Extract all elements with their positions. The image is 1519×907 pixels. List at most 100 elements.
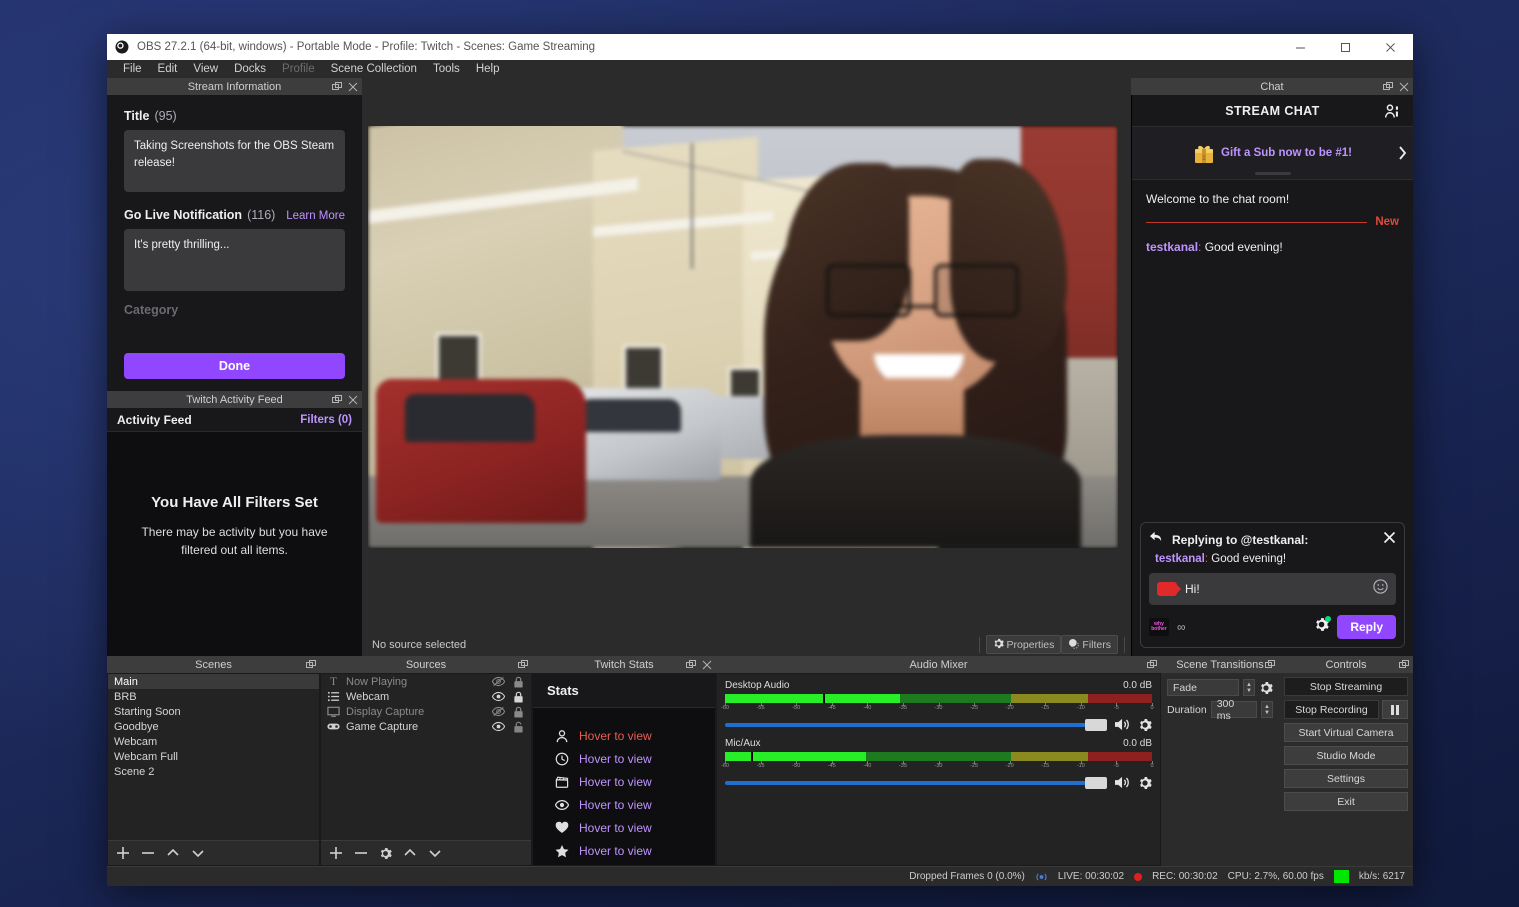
preview-canvas[interactable] (368, 126, 1118, 548)
menu-item-help[interactable]: Help (468, 63, 508, 75)
source-properties-button[interactable] (379, 847, 392, 860)
transition-select[interactable]: Fade (1167, 679, 1239, 696)
twitch-stat-row[interactable]: Hover to view (555, 816, 715, 839)
control-button[interactable]: Settings (1284, 769, 1408, 788)
float-dock-icon[interactable] (306, 659, 316, 670)
close-icon[interactable] (1383, 531, 1396, 549)
add-source-button[interactable] (329, 846, 343, 860)
float-dock-icon[interactable] (1265, 659, 1275, 670)
reply-button[interactable]: Reply (1337, 615, 1396, 639)
properties-button[interactable]: Properties (985, 635, 1062, 654)
control-button[interactable]: Stop Streaming (1284, 677, 1408, 696)
chevron-right-icon[interactable] (1391, 146, 1413, 160)
close-dock-icon[interactable] (348, 395, 358, 405)
duration-spinner[interactable]: ▲ ▼ (1261, 701, 1273, 718)
activity-feed-filters-button[interactable]: Filters (0) (300, 414, 352, 426)
preview-area[interactable] (362, 78, 1131, 633)
menu-item-view[interactable]: View (185, 63, 226, 75)
channel-volume-slider[interactable] (725, 718, 1107, 731)
float-dock-icon[interactable] (332, 81, 342, 92)
scene-list-item[interactable]: Scene 2 (108, 764, 319, 779)
duration-input[interactable]: 300 ms (1210, 698, 1258, 722)
bits-infinity-label[interactable]: ∞ (1177, 620, 1186, 634)
source-lock-toggle[interactable] (511, 706, 525, 718)
twitch-stat-row[interactable]: Hover to view (555, 770, 715, 793)
source-lock-toggle[interactable] (511, 676, 525, 688)
scene-list-item[interactable]: BRB (108, 689, 319, 704)
close-dock-icon[interactable] (348, 82, 358, 92)
chat-message-list[interactable]: Welcome to the chat room! New testkanal:… (1132, 179, 1413, 522)
source-list-item[interactable]: Game Capture (321, 719, 531, 734)
chat-input[interactable]: Hi! (1149, 573, 1396, 605)
menu-item-docks[interactable]: Docks (226, 63, 274, 75)
transition-settings-gear-icon[interactable] (1259, 681, 1273, 695)
minimize-button[interactable] (1278, 34, 1323, 60)
float-dock-icon[interactable] (332, 394, 342, 405)
source-visibility-toggle[interactable] (491, 691, 505, 702)
move-scene-up-button[interactable] (166, 847, 180, 859)
camera-icon[interactable] (1157, 582, 1181, 596)
chat-promo-banner[interactable]: chevron-left-icon 1 Gift a Sub now to (1132, 127, 1413, 179)
scene-list-item[interactable]: Main (108, 674, 319, 689)
source-list-item[interactable]: T Now Playing (321, 674, 531, 689)
new-label: New (1375, 216, 1399, 228)
source-visibility-toggle[interactable] (491, 706, 505, 717)
source-list-item[interactable]: Webcam (321, 689, 531, 704)
done-button[interactable]: Done (124, 353, 345, 379)
menu-item-file[interactable]: File (115, 63, 150, 75)
scene-list-item[interactable]: Starting Soon (108, 704, 319, 719)
move-source-up-button[interactable] (403, 847, 417, 859)
move-source-down-button[interactable] (428, 847, 442, 859)
remove-scene-button[interactable] (141, 846, 155, 860)
float-dock-icon[interactable] (518, 659, 528, 670)
float-dock-icon[interactable] (1383, 81, 1393, 92)
scenes-list[interactable]: Main BRB Starting Soon Goodbye Webcam Webcam … (108, 674, 319, 840)
twitch-stat-row[interactable]: Hover to view (555, 724, 715, 747)
scene-list-item[interactable]: Goodbye (108, 719, 319, 734)
source-visibility-toggle[interactable] (491, 721, 505, 732)
gear-icon[interactable] (1138, 776, 1152, 790)
move-scene-down-button[interactable] (191, 847, 205, 859)
filters-button[interactable]: Filters (1061, 635, 1118, 654)
chat-username[interactable]: testkanal (1146, 240, 1198, 254)
speaker-icon[interactable] (1114, 775, 1131, 790)
users-icon[interactable] (1384, 103, 1401, 125)
source-lock-toggle[interactable] (511, 691, 525, 703)
transition-spinner[interactable]: ▲ ▼ (1243, 679, 1255, 696)
twitch-stat-row[interactable]: Hover to view (555, 793, 715, 816)
chat-settings-gear-icon[interactable] (1314, 616, 1332, 637)
control-button[interactable]: Exit (1284, 792, 1408, 811)
sources-list[interactable]: T Now Playing Webcam Display Capture Game Ca… (321, 674, 531, 840)
remove-source-button[interactable] (354, 846, 368, 860)
scene-list-item[interactable]: Webcam (108, 734, 319, 749)
float-dock-icon[interactable] (1147, 659, 1157, 670)
source-visibility-toggle[interactable] (491, 676, 505, 687)
control-button[interactable]: Stop Recording (1284, 700, 1379, 719)
speaker-icon[interactable] (1114, 717, 1131, 732)
channel-volume-slider[interactable] (725, 776, 1107, 789)
control-button[interactable]: Studio Mode (1284, 746, 1408, 765)
close-dock-icon[interactable] (702, 660, 712, 670)
maximize-button[interactable] (1323, 34, 1368, 60)
control-button[interactable]: Start Virtual Camera (1284, 723, 1408, 742)
close-button[interactable] (1368, 34, 1413, 60)
smiley-icon[interactable] (1373, 579, 1388, 599)
add-scene-button[interactable] (116, 846, 130, 860)
pause-icon[interactable] (1382, 700, 1408, 719)
menu-item-edit[interactable]: Edit (150, 63, 186, 75)
emote-badge-icon[interactable]: why bother (1149, 618, 1169, 636)
source-lock-toggle[interactable] (511, 721, 525, 733)
scene-list-item[interactable]: Webcam Full (108, 749, 319, 764)
twitch-stat-row[interactable]: Hover to view (555, 839, 715, 862)
gear-icon[interactable] (1138, 718, 1152, 732)
close-dock-icon[interactable] (1399, 82, 1409, 92)
float-dock-icon[interactable] (1399, 659, 1409, 670)
go-live-notification-input[interactable]: It's pretty thrilling... (124, 229, 345, 291)
learn-more-link[interactable]: Learn More (286, 210, 345, 222)
source-list-item[interactable]: Display Capture (321, 704, 531, 719)
menu-item-scene-collection[interactable]: Scene Collection (323, 63, 425, 75)
stream-title-input[interactable]: Taking Screenshots for the OBS Steam rel… (124, 130, 345, 192)
float-dock-icon[interactable] (686, 659, 696, 670)
twitch-stat-row[interactable]: Hover to view (555, 747, 715, 770)
menu-item-tools[interactable]: Tools (425, 63, 468, 75)
